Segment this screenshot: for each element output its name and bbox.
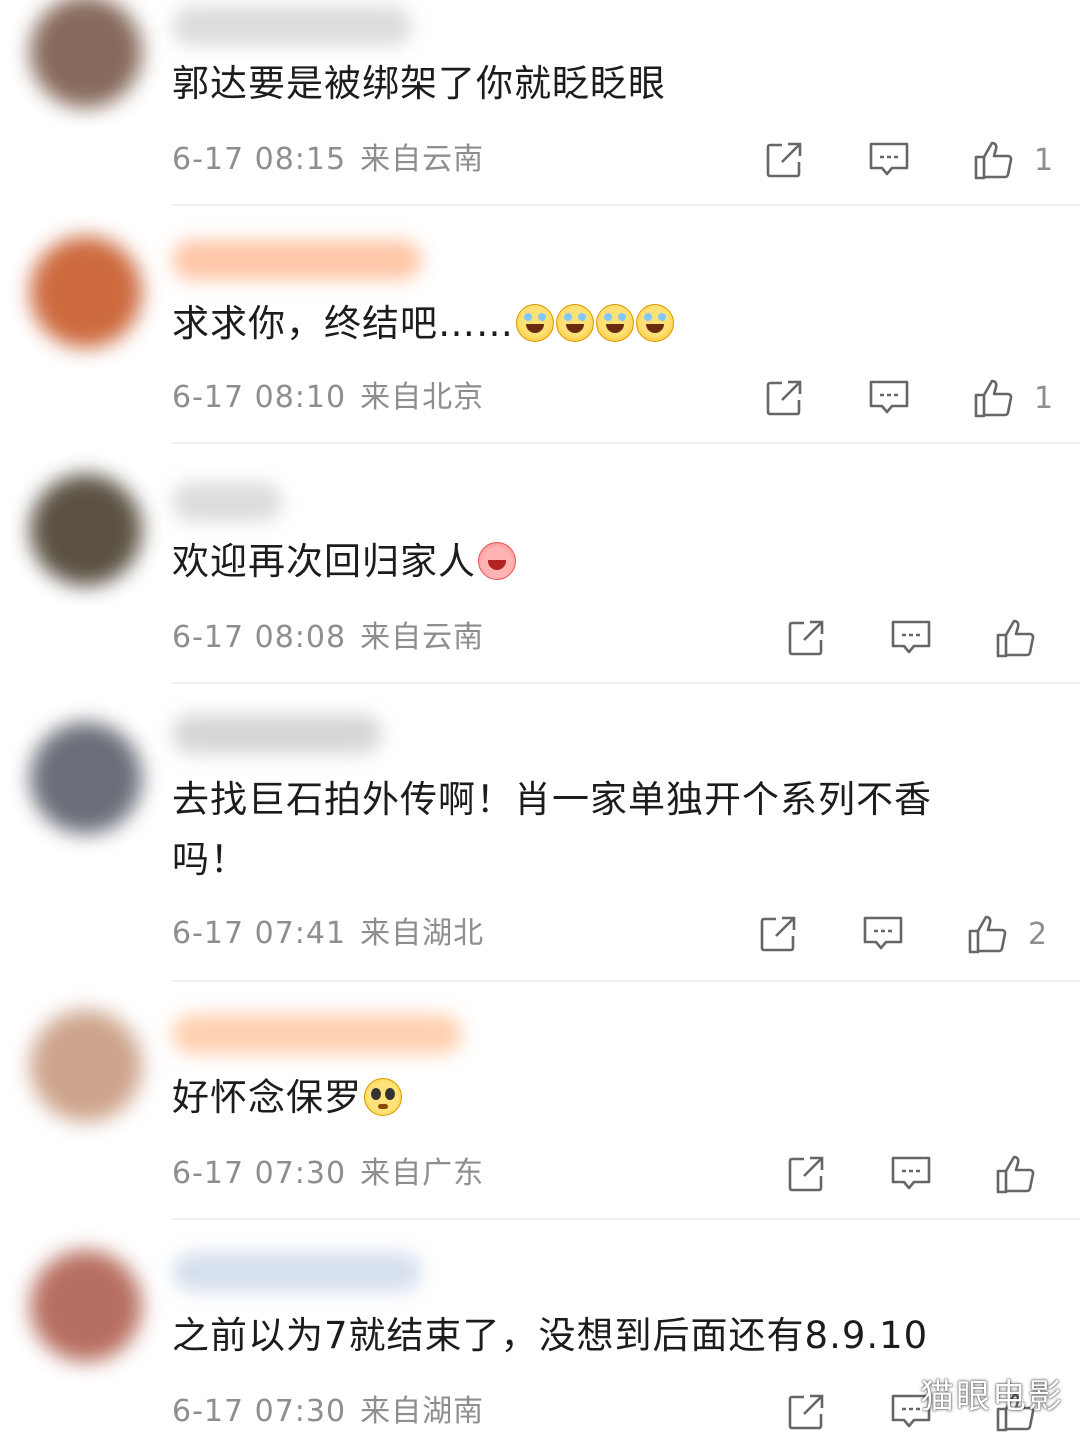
like-count: 2: [1028, 916, 1048, 952]
thumbs-up-icon: [996, 619, 1035, 658]
comment-icon: [891, 1156, 931, 1190]
avatar[interactable]: [30, 236, 142, 348]
like-button[interactable]: 2: [966, 912, 1047, 956]
username-blurred[interactable]: [172, 482, 282, 522]
comment-button[interactable]: [862, 912, 904, 956]
comment-button[interactable]: [890, 616, 932, 660]
repost-icon: [788, 620, 824, 656]
comment-button[interactable]: [868, 138, 910, 182]
thumbs-up-icon: [974, 141, 1013, 180]
repost-button[interactable]: [758, 912, 798, 956]
like-button[interactable]: 1: [972, 138, 1053, 182]
pleading-face-icon: [364, 1078, 402, 1116]
like-count: 1: [1034, 380, 1054, 416]
like-button[interactable]: [994, 1152, 1056, 1196]
comment-icon: [869, 380, 909, 414]
like-count: 1: [1034, 142, 1054, 178]
repost-button[interactable]: [764, 138, 804, 182]
pig-laugh-icon: [478, 542, 516, 580]
repost-icon: [788, 1394, 824, 1430]
laugh-cry-icon: [556, 304, 594, 342]
repost-icon: [788, 1156, 824, 1192]
comment-button[interactable]: [868, 376, 910, 420]
watermark: 猫眼电影: [920, 1377, 1064, 1417]
divider: [172, 682, 1080, 684]
avatar[interactable]: [30, 474, 142, 586]
like-button[interactable]: [994, 616, 1056, 660]
divider: [172, 980, 1080, 982]
divider: [172, 442, 1080, 444]
comment-icon: [891, 620, 931, 654]
laugh-cry-icon: [636, 304, 674, 342]
comment-icon: [863, 916, 903, 950]
thumbs-up-icon: [968, 915, 1007, 954]
comment-icon: [869, 142, 909, 176]
laugh-cry-icon: [516, 304, 554, 342]
avatar[interactable]: [30, 1010, 142, 1122]
repost-button[interactable]: [786, 1152, 826, 1196]
comment-text: 去找巨石拍外传啊！肖一家单独开个系列不香吗！: [172, 778, 932, 881]
divider: [172, 1218, 1080, 1220]
comment-text: 之前以为7就结束了，没想到后面还有8.9.10: [172, 1314, 929, 1357]
username-blurred[interactable]: [172, 1252, 422, 1292]
username-blurred[interactable]: [172, 714, 382, 754]
like-button[interactable]: 1: [972, 376, 1053, 420]
comment-text: 好怀念保罗: [172, 1068, 1002, 1128]
repost-button[interactable]: [786, 616, 826, 660]
thumbs-up-icon: [974, 379, 1013, 418]
comment-text: 求求你，终结吧……: [172, 294, 1002, 354]
username-blurred[interactable]: [172, 240, 422, 280]
avatar[interactable]: [30, 1250, 142, 1362]
repost-icon: [766, 380, 802, 416]
repost-button[interactable]: [764, 376, 804, 420]
repost-icon: [760, 916, 796, 952]
divider: [172, 204, 1080, 206]
avatar[interactable]: [30, 0, 142, 108]
repost-icon: [766, 142, 802, 178]
thumbs-up-icon: [996, 1155, 1035, 1194]
username-blurred[interactable]: [172, 6, 412, 46]
laugh-cry-icon: [596, 304, 634, 342]
comment-button[interactable]: [890, 1152, 932, 1196]
comment-list: 郭达要是被绑架了你就眨眨眼 6-17 08:15 来自云南 1 求求你，终结吧………: [0, 0, 1080, 1440]
repost-button[interactable]: [786, 1390, 826, 1434]
comment-text: 欢迎再次回归家人: [172, 532, 1002, 592]
comment-text: 郭达要是被绑架了你就眨眨眼: [172, 62, 666, 105]
username-blurred[interactable]: [172, 1014, 462, 1054]
avatar[interactable]: [30, 722, 142, 834]
